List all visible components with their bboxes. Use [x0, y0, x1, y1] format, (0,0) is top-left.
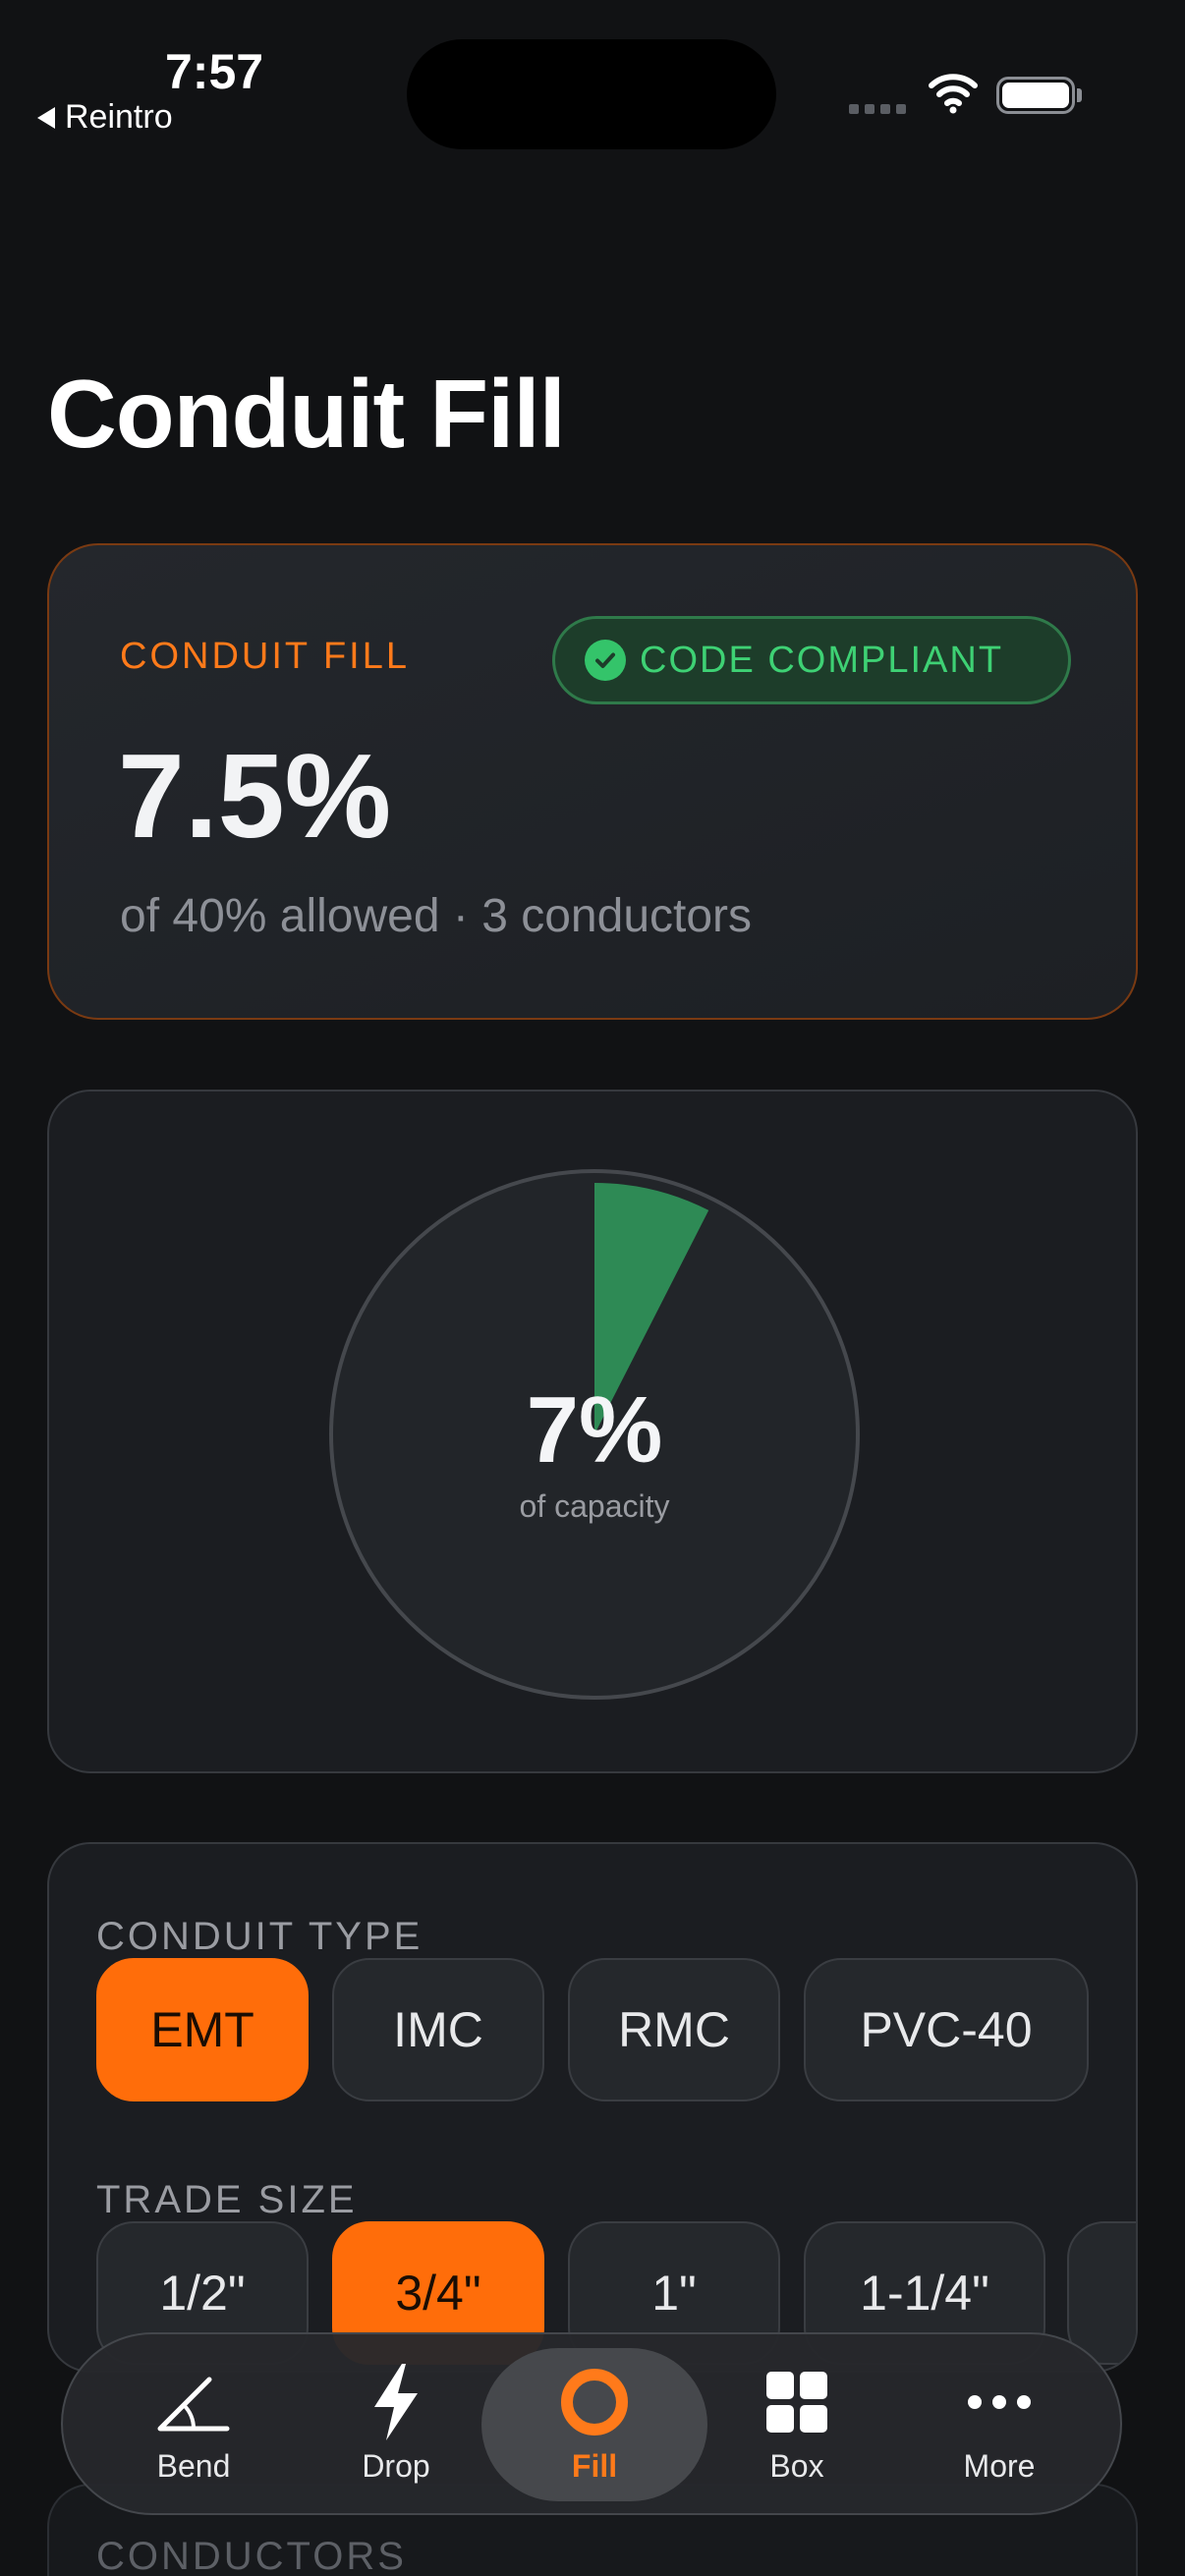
tab-drop-label: Drop [362, 2448, 430, 2484]
trade-size-label: TRADE SIZE [96, 2178, 358, 2221]
pie-center-label: of capacity [519, 1488, 670, 1524]
tab-bend[interactable]: Bend [81, 2348, 307, 2501]
tab-bar: Bend Drop Fill Box More [61, 2332, 1122, 2515]
conduit-type-emt[interactable]: EMT [96, 1958, 309, 2101]
ellipsis-icon [955, 2358, 1044, 2446]
back-arrow-icon [37, 106, 55, 129]
tab-more-label: More [963, 2448, 1036, 2484]
back-to-app-link[interactable]: Reintro [37, 98, 173, 137]
conductors-label: CONDUCTORS [96, 2535, 407, 2576]
tab-box-label: Box [769, 2448, 824, 2484]
summary-label: CONDUIT FILL [120, 636, 411, 677]
conduit-type-pvc40[interactable]: PVC-40 [804, 1958, 1089, 2101]
fill-percentage: 7.5% [118, 729, 392, 863]
tab-box[interactable]: Box [684, 2348, 910, 2501]
conduit-type-imc[interactable]: IMC [332, 1958, 544, 2101]
trade-size-more-chip[interactable] [1067, 2221, 1136, 2365]
back-label: Reintro [65, 98, 173, 136]
compliance-badge-label: CODE COMPLIANT [640, 639, 1004, 681]
conduit-type-rmc[interactable]: RMC [568, 1958, 780, 2101]
fill-summary-card: CONDUIT FILL CODE COMPLIANT 7.5% of 40% … [47, 543, 1138, 1020]
tab-fill[interactable]: Fill [481, 2348, 707, 2501]
tab-bend-label: Bend [156, 2448, 231, 2484]
angle-icon [149, 2358, 238, 2446]
fill-subtitle: of 40% allowed · 3 conductors [120, 890, 753, 942]
wifi-icon [929, 74, 978, 114]
status-time: 7:57 [165, 44, 264, 99]
ring-icon [550, 2358, 639, 2446]
battery-icon [996, 77, 1082, 114]
conduit-type-label: CONDUIT TYPE [96, 1915, 423, 1958]
tab-fill-label: Fill [571, 2448, 618, 2484]
checkmark-icon [585, 640, 626, 681]
bolt-icon [352, 2358, 440, 2446]
tab-drop[interactable]: Drop [283, 2348, 509, 2501]
tab-more[interactable]: More [886, 2348, 1112, 2501]
screen: 7:57 Reintro Conduit Fill CONDUIT FILL C… [0, 0, 1185, 2576]
settings-card: CONDUIT TYPE EMT IMC RMC PVC-40 TRADE SI… [47, 1842, 1138, 2373]
pie-center-value: 7% [526, 1377, 663, 1483]
dynamic-island [407, 39, 776, 149]
page-title: Conduit Fill [47, 360, 566, 468]
cellular-signal-icon [849, 104, 906, 114]
fill-chart-card: 7% of capacity [47, 1090, 1138, 1773]
grid-icon [753, 2358, 841, 2446]
compliance-badge: CODE COMPLIANT [552, 616, 1071, 704]
